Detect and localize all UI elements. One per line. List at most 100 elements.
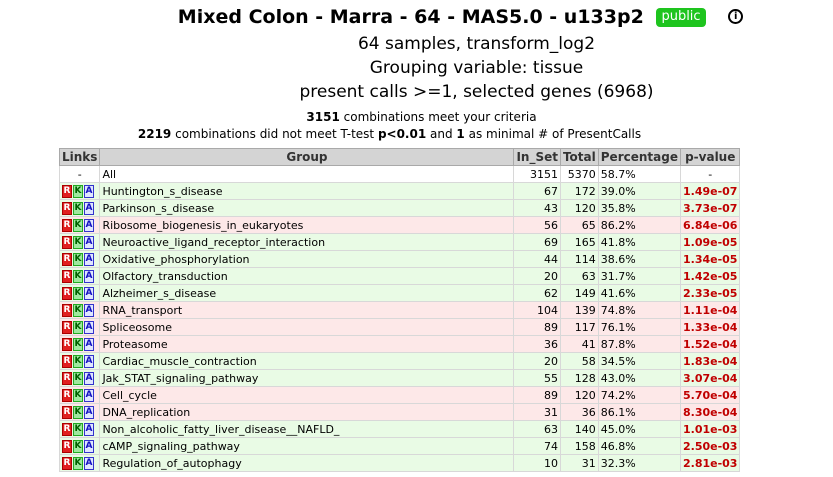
k-link[interactable]: K — [73, 388, 83, 402]
k-link[interactable]: K — [73, 337, 83, 351]
a-link[interactable]: A — [84, 252, 94, 266]
links-cell: RKA — [58, 352, 101, 370]
a-link[interactable]: A — [84, 337, 94, 351]
links-cell: RKA — [58, 386, 101, 404]
a-link[interactable]: A — [84, 303, 94, 317]
a-link[interactable]: A — [84, 388, 94, 402]
k-link[interactable]: K — [73, 218, 83, 232]
r-link[interactable]: R — [62, 303, 72, 317]
group-cell[interactable]: Ribosome_biogenesis_in_eukaryotes — [99, 216, 515, 234]
a-link[interactable]: A — [84, 456, 94, 470]
page-title-row: Mixed Colon - Marra - 64 - MAS5.0 - u133… — [0, 6, 833, 32]
k-link[interactable]: K — [73, 201, 83, 215]
public-badge[interactable]: public — [656, 8, 706, 27]
a-link[interactable]: A — [84, 235, 94, 249]
total-cell: 117 — [559, 318, 599, 336]
links-cell: RKA — [58, 335, 101, 353]
r-link[interactable]: R — [62, 184, 72, 198]
group-cell[interactable]: Jak_STAT_signaling_pathway — [99, 369, 515, 387]
r-link[interactable]: R — [62, 405, 72, 419]
k-link[interactable]: K — [73, 286, 83, 300]
grouping-line: Grouping variable: tissue — [0, 58, 833, 78]
info-icon[interactable]: i — [728, 9, 744, 24]
k-link[interactable]: K — [73, 371, 83, 385]
percentage-cell: 43.0% — [597, 369, 681, 387]
k-link[interactable]: K — [73, 405, 83, 419]
percentage-cell: 41.6% — [597, 284, 681, 302]
a-link[interactable]: A — [84, 422, 94, 436]
header-p-value[interactable]: p-value — [679, 148, 741, 166]
total-cell: 41 — [559, 335, 599, 353]
links-cell: RKA — [58, 267, 101, 285]
group-cell[interactable]: Parkinson_s_disease — [99, 199, 515, 217]
group-cell[interactable]: cAMP_signaling_pathway — [99, 437, 515, 455]
group-cell[interactable]: Huntington_s_disease — [99, 182, 515, 200]
r-link[interactable]: R — [62, 388, 72, 402]
k-link[interactable]: K — [73, 422, 83, 436]
k-link[interactable]: K — [73, 252, 83, 266]
header-percentage[interactable]: Percentage — [597, 148, 681, 166]
group-cell[interactable]: DNA_replication — [99, 403, 515, 421]
a-link[interactable]: A — [84, 320, 94, 334]
table-row-all: - All 3151 5370 58.7% - — [58, 165, 741, 183]
group-cell[interactable]: Olfactory_transduction — [99, 267, 515, 285]
total-cell: 65 — [559, 216, 599, 234]
r-link[interactable]: R — [62, 456, 72, 470]
r-link[interactable]: R — [62, 201, 72, 215]
table-row: R K A Cell_cycle 89 120 74.2% 5.70e-04 — [58, 386, 741, 404]
a-link[interactable]: A — [84, 184, 94, 198]
a-link[interactable]: A — [84, 405, 94, 419]
k-link[interactable]: K — [73, 303, 83, 317]
links-cell: RKA — [58, 233, 101, 251]
p-value-cell: 1.52e-04 — [679, 335, 741, 353]
r-link[interactable]: R — [62, 218, 72, 232]
r-link[interactable]: R — [62, 337, 72, 351]
in-set-cell: 31 — [513, 403, 561, 421]
r-link[interactable]: R — [62, 252, 72, 266]
r-link[interactable]: R — [62, 286, 72, 300]
header-group[interactable]: Group — [99, 148, 515, 166]
group-cell[interactable]: Cell_cycle — [99, 386, 515, 404]
group-cell[interactable]: Alzheimer_s_disease — [99, 284, 515, 302]
r-link[interactable]: R — [62, 269, 72, 283]
group-cell[interactable]: Non_alcoholic_fatty_liver_disease__NAFLD… — [99, 420, 515, 438]
a-link[interactable]: A — [84, 354, 94, 368]
in-set-cell: 62 — [513, 284, 561, 302]
group-cell[interactable]: Neuroactive_ligand_receptor_interaction — [99, 233, 515, 251]
group-cell[interactable]: Spliceosome — [99, 318, 515, 336]
p-value-cell: 1.42e-05 — [679, 267, 741, 285]
p-value-cell: 6.84e-06 — [679, 216, 741, 234]
group-cell[interactable]: Oxidative_phosphorylation — [99, 250, 515, 268]
group-cell[interactable]: Proteasome — [99, 335, 515, 353]
a-link[interactable]: A — [84, 371, 94, 385]
a-link[interactable]: A — [84, 286, 94, 300]
percentage-cell: 74.8% — [597, 301, 681, 319]
k-link[interactable]: K — [73, 354, 83, 368]
table-row: R K A Neuroactive_ligand_receptor_interacti… — [58, 233, 741, 251]
in-set-cell: 20 — [513, 267, 561, 285]
header-total[interactable]: Total — [559, 148, 599, 166]
k-link[interactable]: K — [73, 269, 83, 283]
r-link[interactable]: R — [62, 439, 72, 453]
group-cell[interactable]: Regulation_of_autophagy — [99, 454, 515, 472]
k-link[interactable]: K — [73, 184, 83, 198]
k-link[interactable]: K — [73, 320, 83, 334]
group-cell[interactable]: Cardiac_muscle_contraction — [99, 352, 515, 370]
k-link[interactable]: K — [73, 235, 83, 249]
a-link[interactable]: A — [84, 218, 94, 232]
r-link[interactable]: R — [62, 235, 72, 249]
a-link[interactable]: A — [84, 201, 94, 215]
k-link[interactable]: K — [73, 439, 83, 453]
r-link[interactable]: R — [62, 422, 72, 436]
k-link[interactable]: K — [73, 456, 83, 470]
all-percentage-cell: 58.7% — [597, 165, 681, 183]
total-cell: 120 — [559, 199, 599, 217]
a-link[interactable]: A — [84, 439, 94, 453]
a-link[interactable]: A — [84, 269, 94, 283]
r-link[interactable]: R — [62, 371, 72, 385]
group-cell[interactable]: RNA_transport — [99, 301, 515, 319]
links-cell: RKA — [58, 318, 101, 336]
r-link[interactable]: R — [62, 354, 72, 368]
header-in-set[interactable]: In_Set — [513, 148, 561, 166]
r-link[interactable]: R — [62, 320, 72, 334]
